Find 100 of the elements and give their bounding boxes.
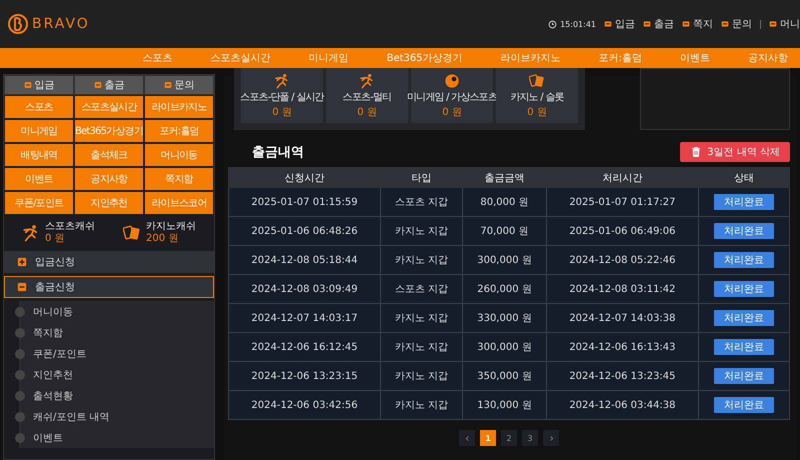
menu-link[interactable]: 배팅내역: [4, 143, 74, 167]
table-cell: 2024-12-06 03:42:56: [228, 390, 381, 420]
table-cell: 카지노 지갑: [380, 362, 463, 390]
clock-icon: [548, 20, 558, 28]
sidebar-tab[interactable]: 입금: [4, 75, 74, 95]
menu-link[interactable]: 라이브카지노: [144, 95, 214, 119]
page-button[interactable]: 2: [501, 430, 517, 446]
sidebar-tab[interactable]: 문의: [144, 75, 214, 95]
nav-link[interactable]: 이벤트: [680, 51, 710, 65]
submenu-link[interactable]: 쪽지함: [33, 326, 63, 340]
cash-amount: 200 원: [146, 233, 180, 245]
wallet-amount: 0 원: [357, 106, 377, 118]
table-cell: 2024-12-06 16:12:45: [228, 332, 381, 362]
column-header: 상태: [698, 168, 790, 188]
small-square-icon: [643, 20, 651, 28]
submenu-link[interactable]: 이벤트: [33, 430, 63, 444]
playing-cards-icon: [529, 72, 545, 88]
status-badge: 처리완료: [714, 368, 774, 384]
wallet-amount: 0 원: [527, 106, 547, 118]
menu-link[interactable]: 머니이동: [144, 143, 214, 167]
table-cell: 2025-01-06 06:48:26: [228, 216, 381, 246]
table-cell: 80,000 원: [462, 188, 546, 216]
menu-link[interactable]: 스포츠실시간: [74, 95, 144, 119]
table-cell: 2024-12-08 05:22:46: [546, 246, 698, 274]
status-badge: 처리완료: [714, 339, 774, 355]
menu-link[interactable]: 쪽지함: [144, 167, 214, 191]
wallet-label: 스포츠-단폴 / 실시간: [240, 90, 324, 104]
nav-link[interactable]: 포커:홀덤: [598, 51, 642, 65]
small-square-icon: [721, 20, 729, 28]
nav-link[interactable]: 공지사항: [748, 51, 788, 65]
table-cell: 330,000 원: [462, 304, 546, 332]
chevron-left-icon: [464, 434, 470, 442]
bullet-dot: [15, 432, 25, 442]
menu-link[interactable]: 스포츠: [4, 95, 74, 119]
table-cell: 2024-12-07 14:03:38: [546, 304, 698, 332]
menu-link[interactable]: 이벤트: [4, 167, 74, 191]
table-cell: 2025-01-07 01:17:27: [546, 188, 698, 216]
menu-link[interactable]: Bet365가상경기: [74, 119, 144, 143]
bullet-dot: [15, 370, 25, 380]
submenu-link[interactable]: 캐쉬/포인트 내역: [33, 410, 110, 424]
small-square-icon: [682, 20, 690, 28]
menu-link[interactable]: 출석체크: [74, 143, 144, 167]
header-link[interactable]: 문의: [721, 17, 752, 31]
submenu-link[interactable]: 지인추천: [33, 368, 73, 382]
page-button[interactable]: 1: [480, 430, 496, 446]
table-cell: 카지노 지갑: [380, 246, 463, 274]
table-cell: 130,000 원: [462, 390, 546, 420]
menu-link[interactable]: 미니게임: [4, 119, 74, 143]
header-link[interactable]: 입금: [604, 17, 635, 31]
menu-link[interactable]: 지인추천: [74, 191, 144, 215]
menu-link[interactable]: 라이브스코어: [144, 191, 214, 215]
nav-link[interactable]: Bet365가상경기: [386, 51, 463, 65]
nav-link[interactable]: 라이브카지노: [500, 51, 561, 65]
next-page-button[interactable]: [543, 430, 559, 446]
runner-icon: [274, 72, 290, 88]
clock-time: 15:01:41: [560, 20, 596, 28]
table-cell: 2024-12-07 14:03:17: [228, 304, 381, 332]
delete-button[interactable]: 3일전 내역 삭제: [680, 142, 790, 162]
bullet-dot: [15, 348, 25, 358]
table-cell: 카지노 지갑: [380, 332, 463, 362]
small-square-icon: [24, 81, 32, 89]
sidebar-menu-item[interactable]: 출금신청: [4, 276, 214, 298]
table-cell: 350,000 원: [462, 362, 546, 390]
wallet-amount: 0 원: [442, 106, 462, 118]
section-title: 출금내역: [252, 144, 304, 161]
header-link[interactable]: 머니: [769, 17, 800, 31]
table-cell: 2024-12-06 13:23:45: [546, 362, 698, 390]
previous-page-button[interactable]: [459, 430, 475, 446]
small-square-icon: [94, 81, 102, 89]
submenu-link[interactable]: 쿠폰/포인트: [33, 346, 86, 360]
cash-label: 스포츠캐쉬: [45, 221, 95, 233]
table-cell: 260,000 원: [462, 274, 546, 304]
menu-link[interactable]: 쿠폰/포인트: [4, 191, 74, 215]
table-cell: 2024-12-08 03:09:49: [228, 274, 381, 304]
menu-link[interactable]: 공지사항: [74, 167, 144, 191]
small-square-icon: [604, 20, 612, 28]
header-link[interactable]: 쪽지: [682, 17, 713, 31]
runner-icon: [359, 72, 375, 88]
nav-link[interactable]: 스포츠: [142, 51, 173, 65]
status-badge: 처리완료: [714, 397, 774, 413]
page-button[interactable]: 3: [522, 430, 538, 446]
wallet-label: 카지노 / 슬롯: [510, 90, 564, 104]
wallet-amount: 0 원: [272, 106, 292, 118]
bullet-dot: [15, 390, 25, 400]
chevron-right-icon: [548, 434, 554, 442]
playing-cards-icon: [123, 224, 141, 242]
table-cell: 2024-12-06 13:23:15: [228, 362, 381, 390]
table-cell: 300,000 원: [462, 246, 546, 274]
submenu-link[interactable]: 머니이동: [33, 304, 73, 318]
sidebar-menu-item[interactable]: 입금신청: [4, 251, 214, 273]
menu-link[interactable]: 포커:홀덤: [144, 119, 214, 143]
submenu-link[interactable]: 출석현황: [33, 388, 73, 402]
nav-link[interactable]: 미니게임: [308, 51, 349, 65]
trash-icon: [690, 146, 702, 158]
table-cell: 2024-12-06 03:44:38: [546, 390, 698, 420]
nav-link[interactable]: 스포츠실시간: [210, 51, 271, 65]
wallet-label: 스포츠-멀티: [342, 90, 392, 104]
table-cell: 카지노 지갑: [380, 216, 463, 246]
header-link[interactable]: 출금: [643, 17, 674, 31]
sidebar-tab[interactable]: 출금: [74, 75, 144, 95]
